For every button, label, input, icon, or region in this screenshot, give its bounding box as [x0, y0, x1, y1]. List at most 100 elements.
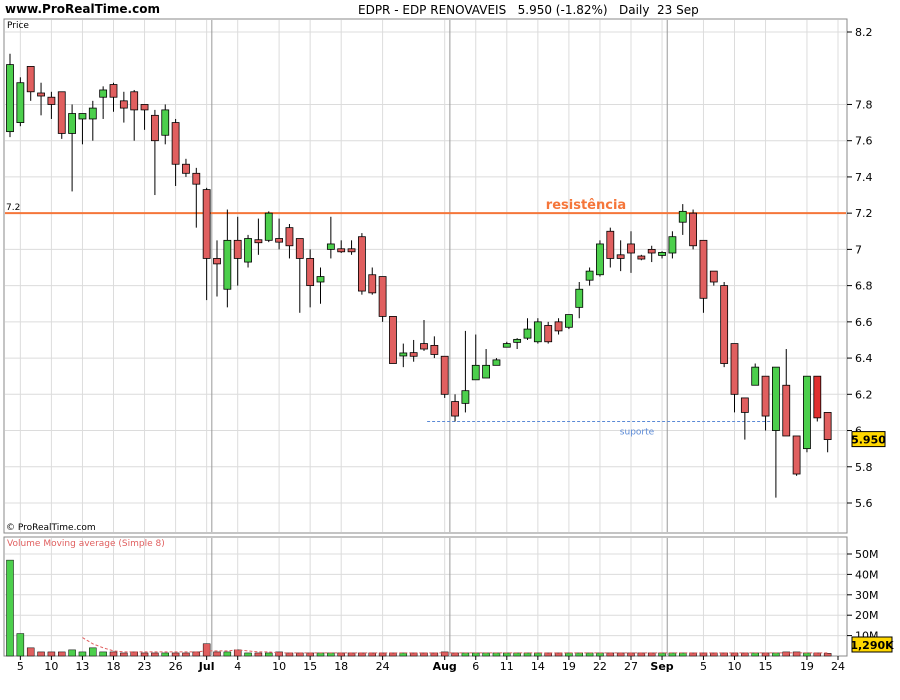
volume-bar	[130, 651, 138, 657]
volume-bar	[192, 651, 201, 657]
volume-bar	[99, 651, 107, 657]
volume-bar	[254, 652, 263, 657]
x-tick-label: 15	[303, 660, 317, 673]
candle-down	[544, 325, 553, 343]
volume-tick-label: 40M	[855, 568, 879, 581]
candle-up	[565, 314, 573, 328]
candle-up	[585, 270, 594, 281]
candle-up	[471, 364, 480, 381]
price-tick-label: 6.4	[855, 352, 873, 365]
volume-bar	[182, 652, 190, 657]
volume-bar	[47, 651, 56, 657]
candle-up	[502, 343, 511, 348]
resistance-value-label: 7.2	[6, 203, 20, 213]
candle-down	[689, 212, 697, 247]
candle-up	[513, 338, 522, 343]
candle-down	[306, 258, 315, 287]
x-tick-label: 24	[376, 660, 390, 673]
candle-up	[658, 252, 666, 256]
x-tick-label: 26	[169, 660, 183, 673]
candle-up	[751, 366, 760, 386]
candle-up	[482, 364, 491, 379]
x-tick-label: Jul	[198, 660, 215, 673]
x-tick-label: 5	[700, 660, 707, 673]
x-tick-label: 10	[272, 660, 286, 673]
candle-up	[78, 113, 87, 120]
x-tick-label: 11	[500, 660, 514, 673]
candle-down	[368, 274, 377, 294]
candle-down	[337, 248, 346, 253]
candle-down	[254, 239, 263, 244]
volume-bar	[213, 651, 221, 657]
volume-bar	[78, 651, 87, 657]
candle-up	[461, 390, 470, 404]
volume-bar	[16, 633, 25, 657]
candle-down	[202, 189, 211, 259]
x-tick-label: 23	[138, 660, 152, 673]
candle-down	[192, 172, 201, 185]
candle-down	[26, 66, 35, 93]
x-tick-label: 4	[234, 660, 241, 673]
resistance-label: resistência	[546, 198, 626, 213]
candle-up	[596, 243, 604, 276]
candle-up	[16, 82, 25, 123]
x-tick-label: 18	[107, 660, 121, 673]
volume-bar	[223, 651, 232, 657]
candle-down	[782, 384, 791, 437]
candle-down	[182, 163, 190, 174]
candle-down	[451, 401, 459, 417]
candle-down	[389, 316, 397, 364]
price-tick-label: 7.8	[855, 98, 873, 111]
candle-down	[554, 321, 563, 332]
volume-bar	[26, 647, 35, 657]
x-tick-label: 6	[472, 660, 479, 673]
candle-down	[109, 84, 118, 98]
candle-up	[399, 352, 408, 357]
price-tick-label: 8.2	[855, 26, 873, 39]
price-panel-label: Price	[7, 21, 29, 31]
candle-down	[150, 114, 159, 142]
volume-tick-label: 50M	[855, 548, 879, 561]
candle-down	[275, 238, 284, 243]
volume-bar	[202, 643, 211, 657]
volume-bar	[233, 649, 242, 657]
support-label: suporte	[620, 427, 655, 437]
volume-bar	[265, 652, 273, 657]
volume-bar	[37, 651, 45, 657]
candle-down	[761, 375, 770, 417]
volume-bar	[161, 652, 169, 657]
candle-up	[326, 243, 335, 250]
x-tick-label: 22	[593, 660, 607, 673]
candle-up	[244, 238, 252, 263]
x-tick-label: 19	[800, 660, 814, 673]
x-tick-label: Aug	[433, 660, 457, 673]
candle-up	[678, 210, 687, 223]
candle-down	[295, 238, 304, 259]
x-tick-label: 13	[75, 660, 89, 673]
x-tick-label: Sep	[650, 660, 673, 673]
x-tick-label: 24	[831, 660, 845, 673]
volume-bar	[244, 652, 252, 657]
candle-up	[68, 113, 76, 134]
candle-down	[378, 276, 387, 317]
candle-down	[730, 343, 739, 395]
candle-up	[6, 64, 14, 133]
candle-down	[813, 375, 822, 419]
last-price-label: 5.950	[851, 434, 886, 447]
candle-down	[637, 255, 646, 260]
candle-down	[792, 435, 801, 475]
candle-down	[47, 96, 56, 105]
candle-down	[357, 236, 366, 292]
candle-down	[37, 92, 45, 97]
x-tick-label: 19	[562, 660, 576, 673]
candle-up	[533, 321, 542, 343]
candle-up	[668, 236, 677, 254]
copyright-label: © ProRealTime.com	[6, 523, 96, 533]
candle-down	[699, 239, 708, 299]
candle-up	[223, 239, 232, 290]
price-tick-label: 6.6	[855, 316, 873, 329]
candlestick-chart: resistência 7.2 suporte 5.6 5.8 6 6.2 6.4 6.6 6.…	[3, 18, 894, 673]
volume-bar	[823, 653, 832, 657]
candle-down	[709, 270, 718, 283]
volume-tick-label: 30M	[855, 589, 879, 602]
